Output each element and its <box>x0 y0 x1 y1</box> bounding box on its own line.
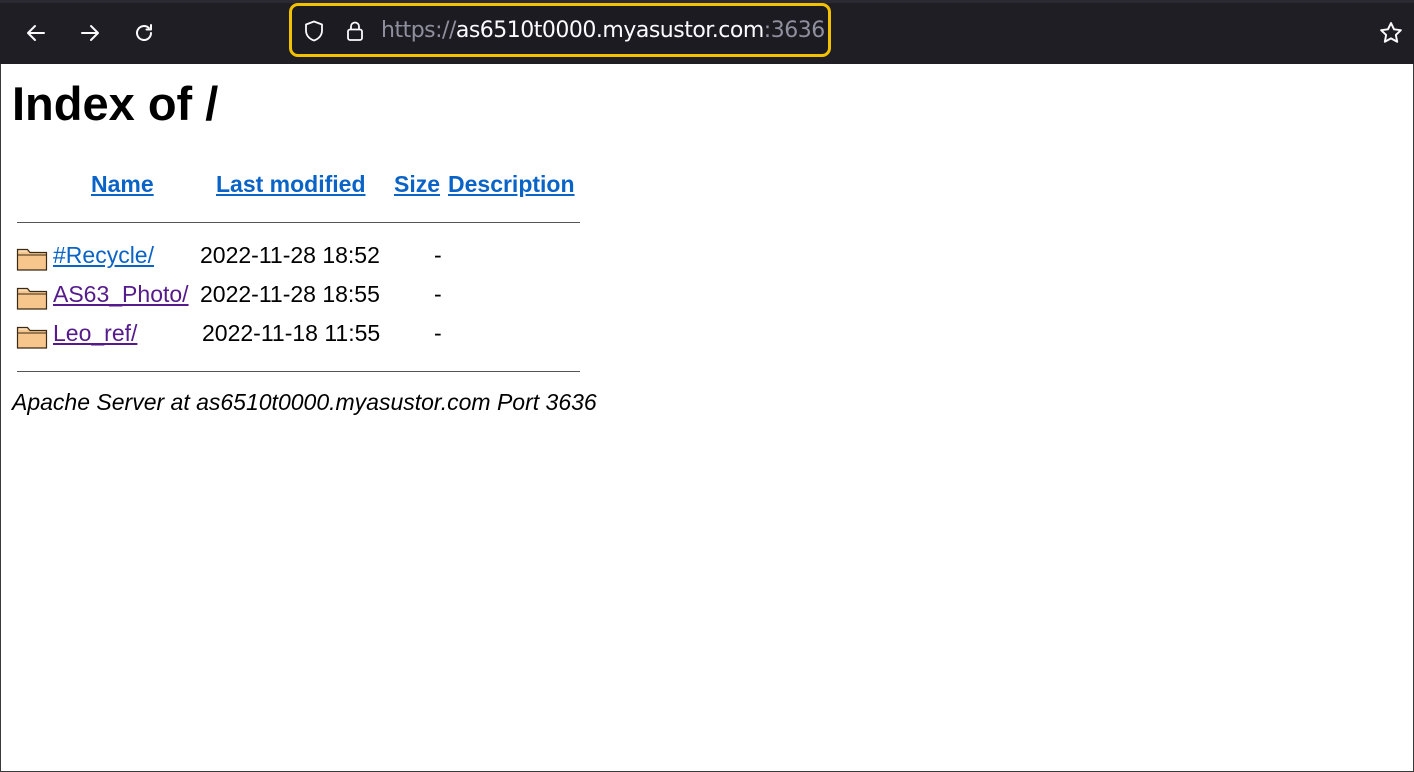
last-modified-cell: 2022-11-28 18:52 <box>200 242 380 268</box>
arrow-right-icon <box>81 25 99 41</box>
back-button[interactable] <box>18 15 54 51</box>
column-header-name[interactable]: Name <box>91 171 154 198</box>
size-cell: - <box>434 242 442 268</box>
folder-link[interactable]: #Recycle/ <box>53 242 154 269</box>
size-cell: - <box>434 281 442 307</box>
column-header-size[interactable]: Size <box>394 171 440 198</box>
column-header-description[interactable]: Description <box>448 171 575 198</box>
server-signature: Apache Server at as6510t0000.myasustor.c… <box>12 389 597 415</box>
folder-icon <box>16 248 48 271</box>
browser-toolbar: https://as6510t0000.myasustor.com:3636 <box>0 0 1414 64</box>
reload-button[interactable] <box>126 15 162 51</box>
url-text[interactable]: https://as6510t0000.myasustor.com:3636 <box>381 18 825 43</box>
folder-icon <box>16 287 48 310</box>
folder-icon <box>16 326 48 349</box>
reload-icon <box>136 24 152 41</box>
header-divider <box>17 222 580 223</box>
url-host: as6510t0000.myasustor.com <box>455 18 764 43</box>
arrow-left-icon <box>27 25 45 41</box>
folder-link[interactable]: AS63_Photo/ <box>53 281 189 308</box>
forward-button[interactable] <box>72 15 108 51</box>
page-title: Index of / <box>12 77 219 130</box>
tracking-protection-shield-icon[interactable] <box>302 19 326 43</box>
last-modified-cell: 2022-11-28 18:55 <box>200 281 380 307</box>
lock-icon[interactable] <box>343 19 367 43</box>
folder-link[interactable]: Leo_ref/ <box>53 320 137 347</box>
size-cell: - <box>434 320 442 346</box>
last-modified-cell: 2022-11-18 11:55 <box>202 320 381 346</box>
url-port: :3636 <box>763 18 825 43</box>
address-bar[interactable]: https://as6510t0000.myasustor.com:3636 <box>289 3 831 57</box>
bookmark-star-icon[interactable] <box>1378 20 1404 46</box>
footer-divider <box>17 371 580 372</box>
url-scheme: https:// <box>381 18 456 43</box>
column-header-last-modified[interactable]: Last modified <box>216 171 366 198</box>
